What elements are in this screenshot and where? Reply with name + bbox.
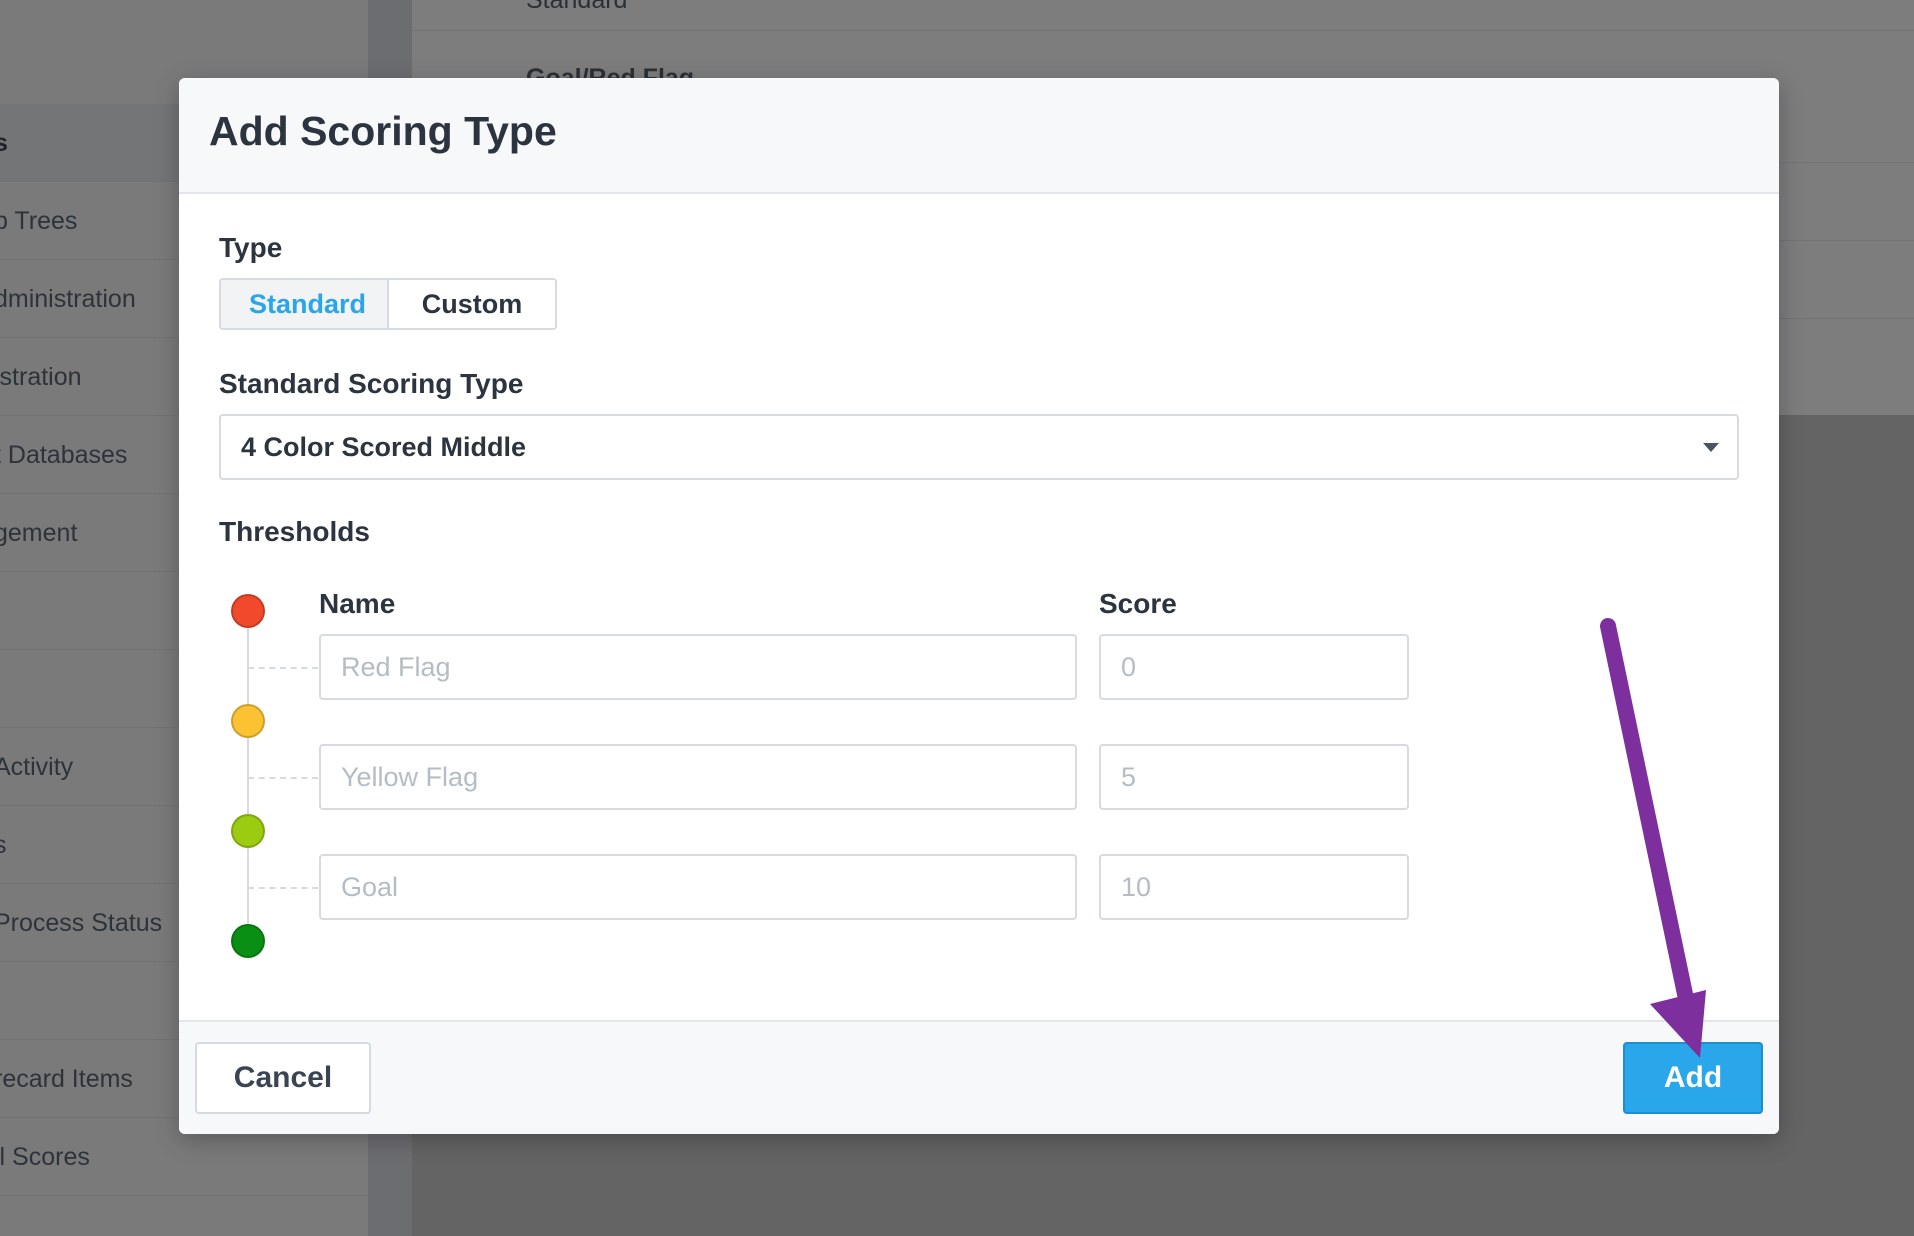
threshold-name-input-yellow-flag[interactable] [319,744,1077,810]
name-column-header: Name [319,588,396,619]
max-dot-icon [231,924,265,958]
threshold-dash [248,887,318,889]
threshold-score-input-yellow-flag[interactable] [1099,744,1409,810]
score-column-header: Score [1099,588,1177,619]
threshold-dash [248,777,318,779]
type-toggle: Standard Custom [219,278,557,330]
red-flag-dot-icon [231,594,265,628]
type-standard-button[interactable]: Standard [221,280,389,328]
cancel-button[interactable]: Cancel [195,1042,371,1114]
dialog-header: Add Scoring Type [179,78,1779,194]
threshold-score-input-red-flag[interactable] [1099,634,1409,700]
threshold-dash [248,667,318,669]
thresholds-label: Thresholds [219,516,370,547]
goal-dot-icon [231,814,265,848]
dialog-footer: Cancel Add [179,1020,1779,1134]
add-button[interactable]: Add [1623,1042,1763,1114]
threshold-score-input-goal[interactable] [1099,854,1409,920]
standard-scoring-type-label: Standard Scoring Type [219,368,524,399]
caret-down-icon [1703,443,1719,452]
add-scoring-type-dialog: Add Scoring Type Type Standard Custom St… [179,78,1779,1134]
yellow-flag-dot-icon [231,704,265,738]
standard-scoring-type-select[interactable]: 4 Color Scored Middle [219,414,1739,480]
select-value: 4 Color Scored Middle [241,432,527,462]
type-label: Type [219,232,283,263]
type-custom-button[interactable]: Custom [389,280,555,328]
threshold-name-input-goal[interactable] [319,854,1077,920]
threshold-name-input-red-flag[interactable] [319,634,1077,700]
dialog-title: Add Scoring Type [209,108,557,154]
